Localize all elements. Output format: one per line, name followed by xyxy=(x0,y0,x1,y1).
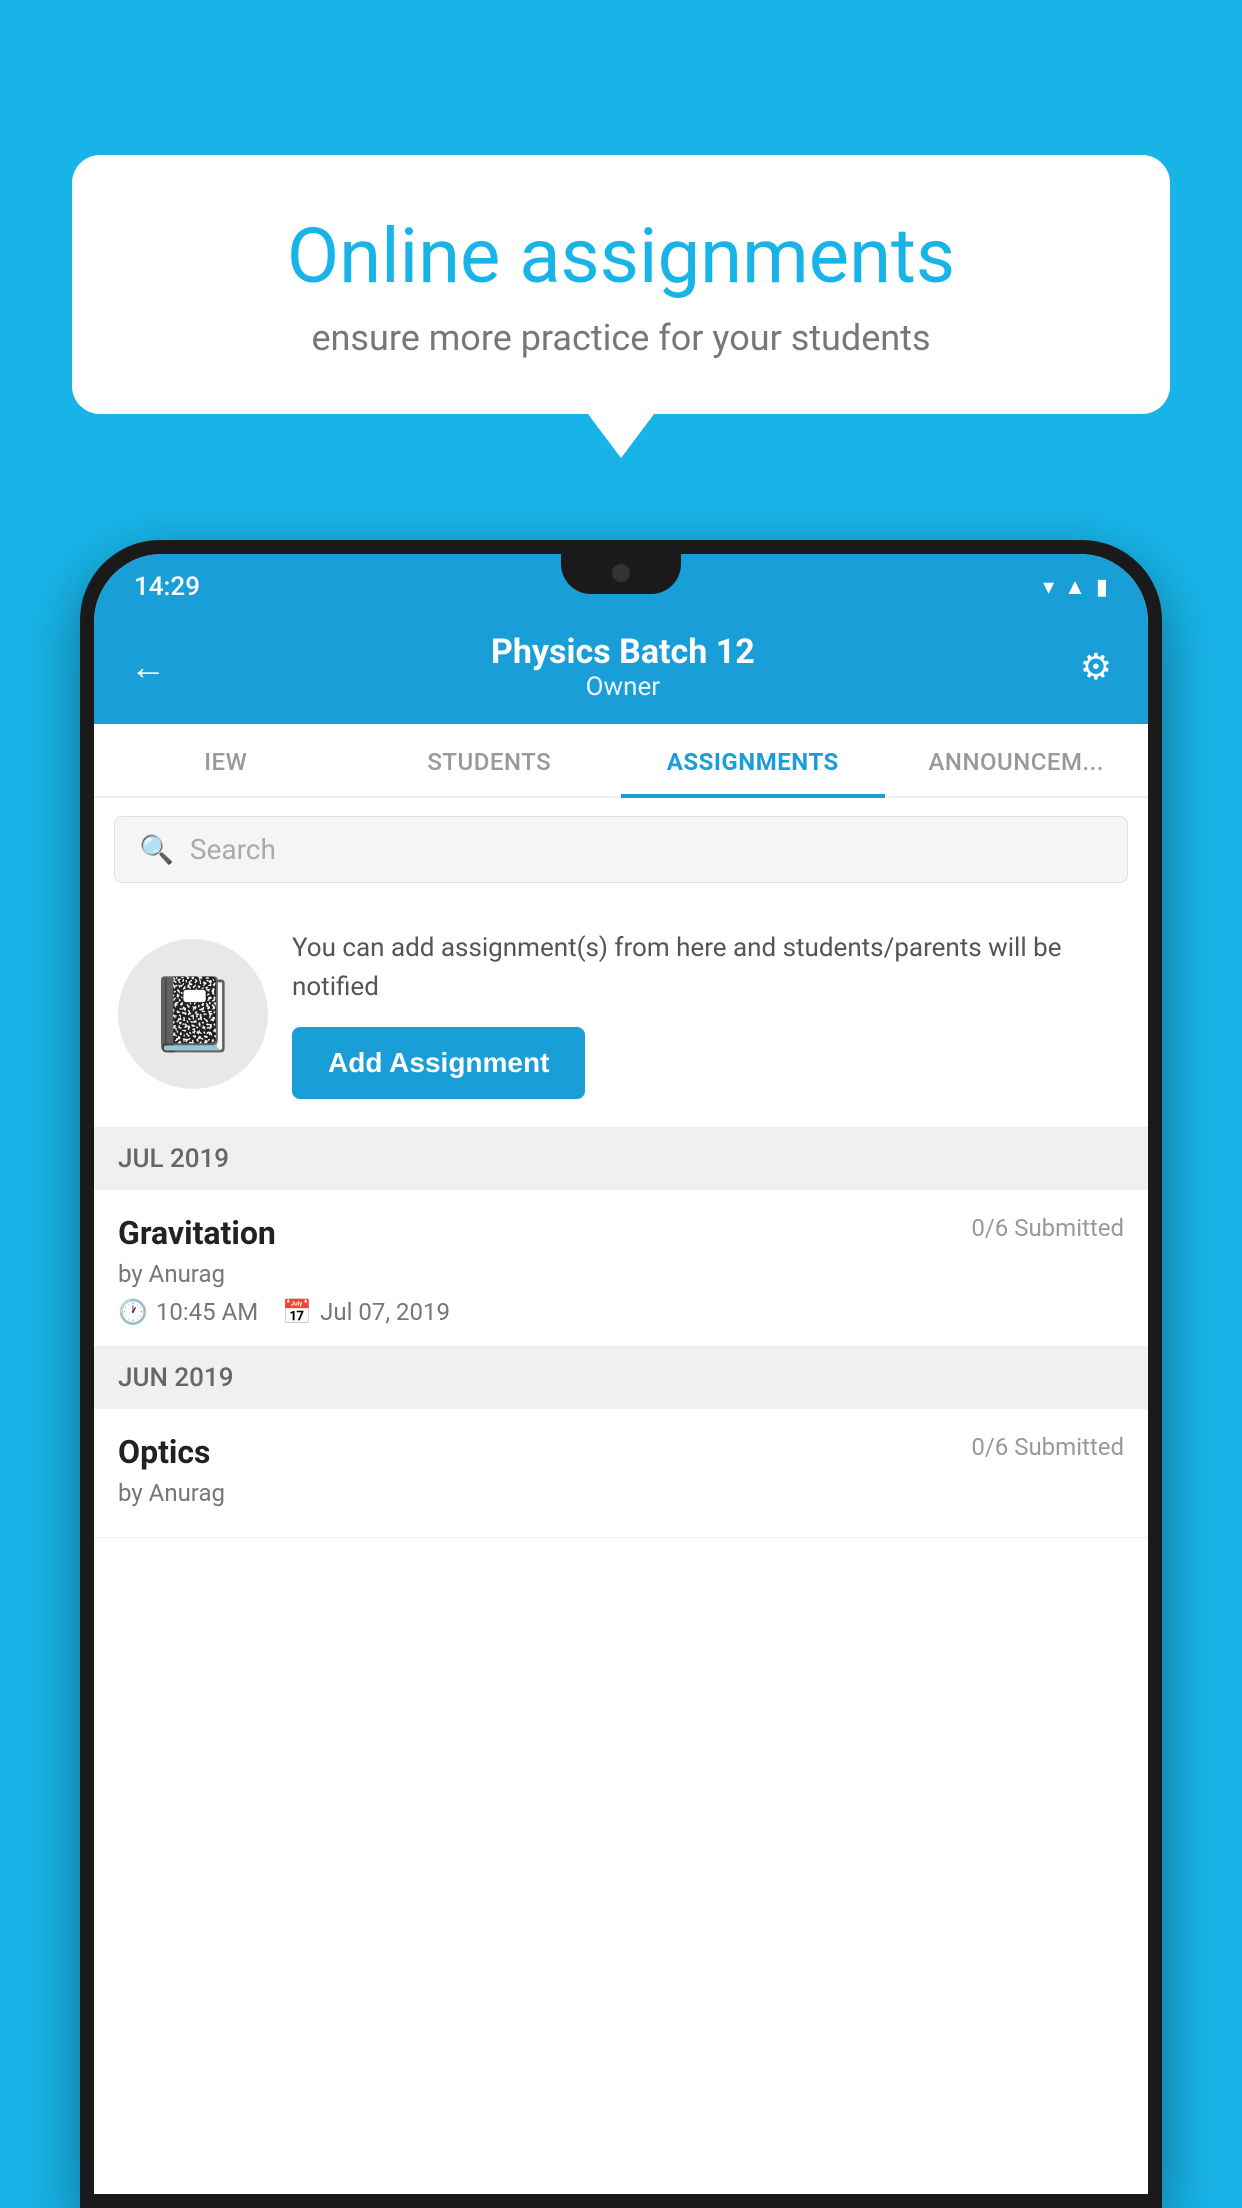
speech-bubble-container: Online assignments ensure more practice … xyxy=(72,155,1170,414)
bubble-title: Online assignments xyxy=(152,215,1090,299)
wifi-icon: ▾ xyxy=(1043,575,1054,600)
section-header-jun: JUN 2019 xyxy=(94,1347,1148,1409)
meta-time: 🕐 10:45 AM xyxy=(118,1298,258,1326)
status-icons: ▾ ▲ ▮ xyxy=(1043,574,1108,600)
back-button[interactable]: ← xyxy=(130,646,166,688)
promo-icon-circle: 📓 xyxy=(118,939,268,1089)
tabs-container: IEW STUDENTS ASSIGNMENTS ANNOUNCEM... xyxy=(94,724,1148,798)
app-bar-title: Physics Batch 12 xyxy=(491,632,755,672)
app-bar-title-area: Physics Batch 12 Owner xyxy=(491,632,755,702)
section-header-jul-label: JUL 2019 xyxy=(118,1144,229,1174)
search-icon: 🔍 xyxy=(139,833,174,866)
assignment-gravitation-submitted: 0/6 Submitted xyxy=(971,1214,1124,1242)
phone-frame: 14:29 ▾ ▲ ▮ ← Physics Batch 12 Owner ⚙ I… xyxy=(80,540,1162,2208)
phone-notch xyxy=(561,554,681,594)
assignment-optics-header: Optics 0/6 Submitted xyxy=(118,1433,1124,1471)
assignment-gravitation-name: Gravitation xyxy=(118,1214,276,1252)
calendar-icon: 📅 xyxy=(282,1298,312,1326)
content-area: 🔍 Search 📓 You can add assignment(s) fro… xyxy=(94,798,1148,2194)
promo-description: You can add assignment(s) from here and … xyxy=(292,929,1124,1007)
search-bar-wrap: 🔍 Search xyxy=(94,798,1148,901)
bubble-subtitle: ensure more practice for your students xyxy=(152,317,1090,359)
search-input-placeholder: Search xyxy=(190,833,276,866)
tab-announcements-label: ANNOUNCEM... xyxy=(929,748,1104,776)
assignment-item-optics[interactable]: Optics 0/6 Submitted by Anurag xyxy=(94,1409,1148,1538)
app-bar: ← Physics Batch 12 Owner ⚙ xyxy=(94,612,1148,724)
assignment-optics-by: by Anurag xyxy=(118,1479,1124,1507)
tab-students-label: STUDENTS xyxy=(427,748,551,776)
assignment-gravitation-by: by Anurag xyxy=(118,1260,1124,1288)
add-assignment-button[interactable]: Add Assignment xyxy=(292,1027,585,1099)
tab-iew[interactable]: IEW xyxy=(94,724,358,796)
search-bar[interactable]: 🔍 Search xyxy=(114,816,1128,883)
battery-icon: ▮ xyxy=(1096,575,1108,600)
assignment-gravitation-header: Gravitation 0/6 Submitted xyxy=(118,1214,1124,1252)
assignment-optics-name: Optics xyxy=(118,1433,210,1471)
assignment-gravitation-date: Jul 07, 2019 xyxy=(320,1298,450,1326)
tab-students[interactable]: STUDENTS xyxy=(358,724,622,796)
app-bar-subtitle: Owner xyxy=(491,672,755,702)
notch-camera xyxy=(612,564,630,582)
tab-iew-label: IEW xyxy=(204,748,247,776)
settings-button[interactable]: ⚙ xyxy=(1080,646,1112,688)
tab-announcements[interactable]: ANNOUNCEM... xyxy=(885,724,1149,796)
notebook-icon: 📓 xyxy=(148,972,238,1057)
assignment-gravitation-meta: 🕐 10:45 AM 📅 Jul 07, 2019 xyxy=(118,1298,1124,1326)
assignment-optics-submitted: 0/6 Submitted xyxy=(971,1433,1124,1461)
promo-card: 📓 You can add assignment(s) from here an… xyxy=(94,901,1148,1128)
meta-date: 📅 Jul 07, 2019 xyxy=(282,1298,450,1326)
clock-icon: 🕐 xyxy=(118,1298,148,1326)
tab-assignments[interactable]: ASSIGNMENTS xyxy=(621,724,885,796)
phone-inner: 14:29 ▾ ▲ ▮ ← Physics Batch 12 Owner ⚙ I… xyxy=(94,554,1148,2194)
promo-content: You can add assignment(s) from here and … xyxy=(292,929,1124,1099)
assignment-gravitation-time: 10:45 AM xyxy=(156,1298,258,1326)
speech-bubble: Online assignments ensure more practice … xyxy=(72,155,1170,414)
assignment-item-gravitation[interactable]: Gravitation 0/6 Submitted by Anurag 🕐 10… xyxy=(94,1190,1148,1347)
tab-assignments-label: ASSIGNMENTS xyxy=(667,748,839,776)
section-header-jun-label: JUN 2019 xyxy=(118,1363,233,1393)
status-time: 14:29 xyxy=(134,572,200,602)
signal-icon: ▲ xyxy=(1064,574,1086,600)
section-header-jul: JUL 2019 xyxy=(94,1128,1148,1190)
